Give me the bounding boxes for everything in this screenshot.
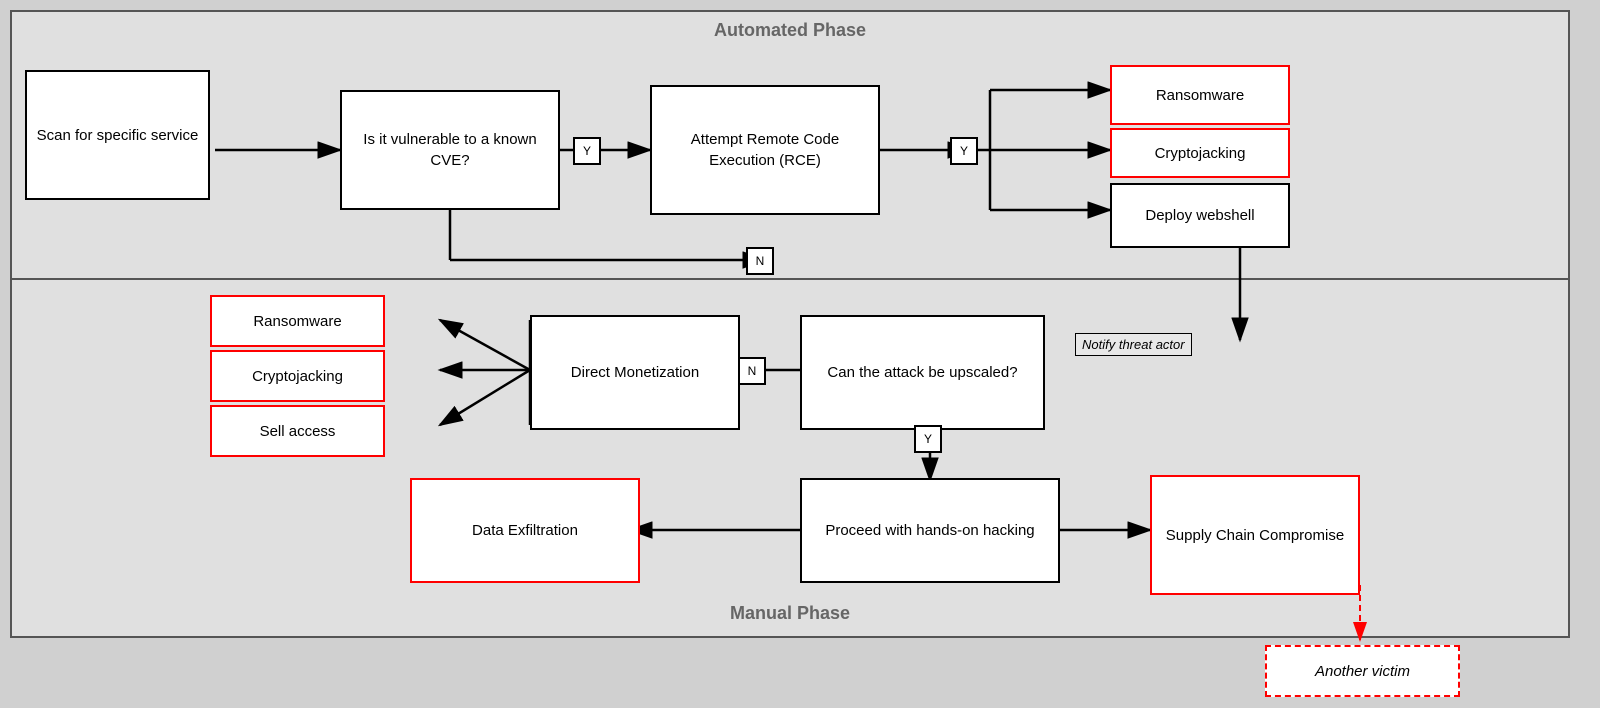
data-exfiltration-box: Data Exfiltration: [410, 478, 640, 583]
deploy-webshell-box: Deploy webshell: [1110, 183, 1290, 248]
another-victim-box: Another victim: [1265, 645, 1460, 697]
vulnerable-box: Is it vulnerable to a known CVE?: [340, 90, 560, 210]
ransomware-top-box: Ransomware: [1110, 65, 1290, 125]
automated-phase-label: Automated Phase: [714, 20, 866, 41]
hands-on-hacking-box: Proceed with hands-on hacking: [800, 478, 1060, 583]
n-label-2: N: [738, 357, 766, 385]
can-upscale-box: Can the attack be upscaled?: [800, 315, 1045, 430]
direct-monetization-box: Direct Monetization: [530, 315, 740, 430]
notify-threat-actor-label: Notify threat actor: [1075, 333, 1192, 356]
scan-box: Scan for specific service: [25, 70, 210, 200]
sell-access-box: Sell access: [210, 405, 385, 457]
ransomware-bottom-box: Ransomware: [210, 295, 385, 347]
y-label-1: Y: [573, 137, 601, 165]
rce-box: Attempt Remote Code Execution (RCE): [650, 85, 880, 215]
cryptojacking-bottom-box: Cryptojacking: [210, 350, 385, 402]
y-label-2: Y: [950, 137, 978, 165]
y-label-3: Y: [914, 425, 942, 453]
manual-phase-label: Manual Phase: [730, 603, 850, 624]
supply-chain-box: Supply Chain Compromise: [1150, 475, 1360, 595]
cryptojacking-top-box: Cryptojacking: [1110, 128, 1290, 178]
n-label-1: N: [746, 247, 774, 275]
